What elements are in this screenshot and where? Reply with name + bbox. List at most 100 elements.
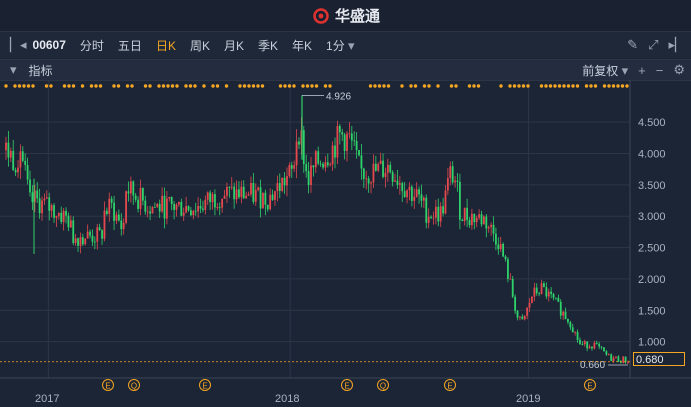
collapse-icon[interactable]: ▾ bbox=[10, 62, 17, 78]
candle-body bbox=[65, 210, 67, 216]
news-dot bbox=[166, 84, 170, 88]
news-dot bbox=[22, 84, 26, 88]
candle-body bbox=[163, 195, 166, 219]
tab-yearly-k[interactable]: 年K bbox=[292, 37, 312, 54]
tab-intraday[interactable]: 分时 bbox=[80, 37, 104, 54]
news-dot bbox=[242, 84, 247, 88]
candle-body bbox=[50, 205, 53, 211]
chevron-down-icon: ▾ bbox=[348, 37, 355, 53]
candle-body bbox=[526, 307, 529, 316]
candle-body bbox=[235, 189, 238, 200]
candle-body bbox=[418, 189, 420, 195]
y-tick-label: 3.500 bbox=[638, 180, 666, 192]
candle-body bbox=[290, 165, 293, 169]
candle-body bbox=[120, 220, 123, 230]
candle-body bbox=[103, 210, 106, 239]
candle-body bbox=[458, 181, 461, 220]
news-dot bbox=[256, 84, 260, 88]
news-dot bbox=[422, 84, 427, 88]
candle-body bbox=[21, 151, 24, 161]
news-dot bbox=[31, 84, 35, 88]
tab-five-day[interactable]: 五日 bbox=[118, 37, 142, 54]
news-dot bbox=[508, 84, 512, 88]
candle-body bbox=[226, 187, 228, 196]
candle-body bbox=[391, 172, 394, 182]
expand-icon[interactable]: ⤢ bbox=[648, 37, 658, 53]
candle-body bbox=[615, 356, 617, 358]
news-dot bbox=[436, 84, 440, 88]
candle-body bbox=[156, 203, 159, 208]
candle-body bbox=[89, 231, 91, 236]
candle-body bbox=[199, 206, 202, 209]
news-dot bbox=[301, 84, 305, 88]
sidebar-toggle-icon[interactable]: ▏◂ bbox=[10, 37, 27, 53]
candle-body bbox=[456, 180, 459, 182]
candle-body bbox=[139, 187, 142, 209]
candle-body bbox=[41, 200, 43, 214]
news-dot bbox=[98, 84, 103, 88]
draw-pen-icon[interactable]: ✎ bbox=[627, 37, 638, 53]
candle-body bbox=[550, 291, 553, 295]
candle-body bbox=[514, 296, 517, 311]
candlestick-series bbox=[5, 95, 629, 365]
candle-body bbox=[329, 164, 332, 166]
candle-body bbox=[84, 238, 87, 245]
candle-body bbox=[555, 297, 557, 299]
candle-body bbox=[228, 187, 231, 188]
candle-body bbox=[221, 198, 224, 208]
indicator-label[interactable]: 指标 bbox=[29, 62, 53, 79]
tab-monthly-k[interactable]: 月K bbox=[224, 37, 244, 54]
candle-body bbox=[132, 181, 135, 196]
news-dot bbox=[310, 84, 314, 88]
candle-body bbox=[153, 206, 156, 208]
app-title: 华盛通 bbox=[334, 8, 380, 25]
tab-weekly-k[interactable]: 周K bbox=[190, 37, 210, 54]
candle-body bbox=[547, 291, 550, 297]
candlestick-chart[interactable]: 4.500 4.000 3.500 3.000 2.500 2.000 1.500 1.000… bbox=[0, 80, 691, 407]
news-dot bbox=[130, 84, 134, 88]
panel-toggle-icon[interactable]: ▸▏ bbox=[668, 37, 685, 53]
tab-daily-k[interactable]: 日K bbox=[156, 37, 176, 54]
candle-body bbox=[605, 351, 608, 355]
candle-body bbox=[57, 212, 60, 216]
news-dot bbox=[499, 84, 503, 88]
tab-quarterly-k[interactable]: 季K bbox=[258, 37, 278, 54]
news-dot bbox=[215, 84, 220, 88]
candle-body bbox=[276, 183, 279, 192]
candle-body bbox=[117, 214, 120, 221]
candle-body bbox=[295, 141, 298, 166]
interval-select[interactable]: 1分 ▾ bbox=[326, 37, 355, 54]
candle-body bbox=[468, 219, 471, 226]
news-dot bbox=[170, 84, 175, 88]
minimize-icon[interactable]: − bbox=[656, 63, 664, 78]
candle-body bbox=[129, 181, 132, 194]
candle-body bbox=[367, 178, 370, 184]
news-dot bbox=[314, 84, 319, 88]
news-dot bbox=[238, 84, 242, 88]
candle-body bbox=[374, 163, 377, 171]
adjust-select[interactable]: 前复权 ▾ bbox=[582, 62, 628, 79]
candle-body bbox=[538, 293, 541, 295]
candle-body bbox=[254, 190, 257, 202]
candle-body bbox=[197, 206, 200, 212]
stock-code: 00607 bbox=[32, 38, 66, 52]
candle-body bbox=[442, 206, 444, 214]
candle-body bbox=[216, 207, 219, 208]
event-marker-label: E bbox=[105, 382, 110, 391]
candle-body bbox=[437, 206, 440, 222]
candle-body bbox=[355, 140, 358, 151]
candle-body bbox=[379, 160, 382, 165]
candle-body bbox=[507, 259, 509, 279]
news-dot bbox=[553, 84, 557, 88]
news-dot bbox=[562, 84, 566, 88]
candle-body bbox=[362, 168, 365, 179]
candle-body bbox=[384, 172, 387, 177]
add-icon[interactable]: + bbox=[638, 63, 646, 78]
news-dot bbox=[584, 84, 589, 88]
candle-body bbox=[146, 211, 149, 213]
news-dot bbox=[251, 84, 256, 88]
settings-gear-icon[interactable]: ⚙ bbox=[673, 62, 685, 78]
news-dot bbox=[260, 84, 265, 88]
news-dot bbox=[67, 84, 71, 88]
candle-body bbox=[69, 220, 72, 228]
